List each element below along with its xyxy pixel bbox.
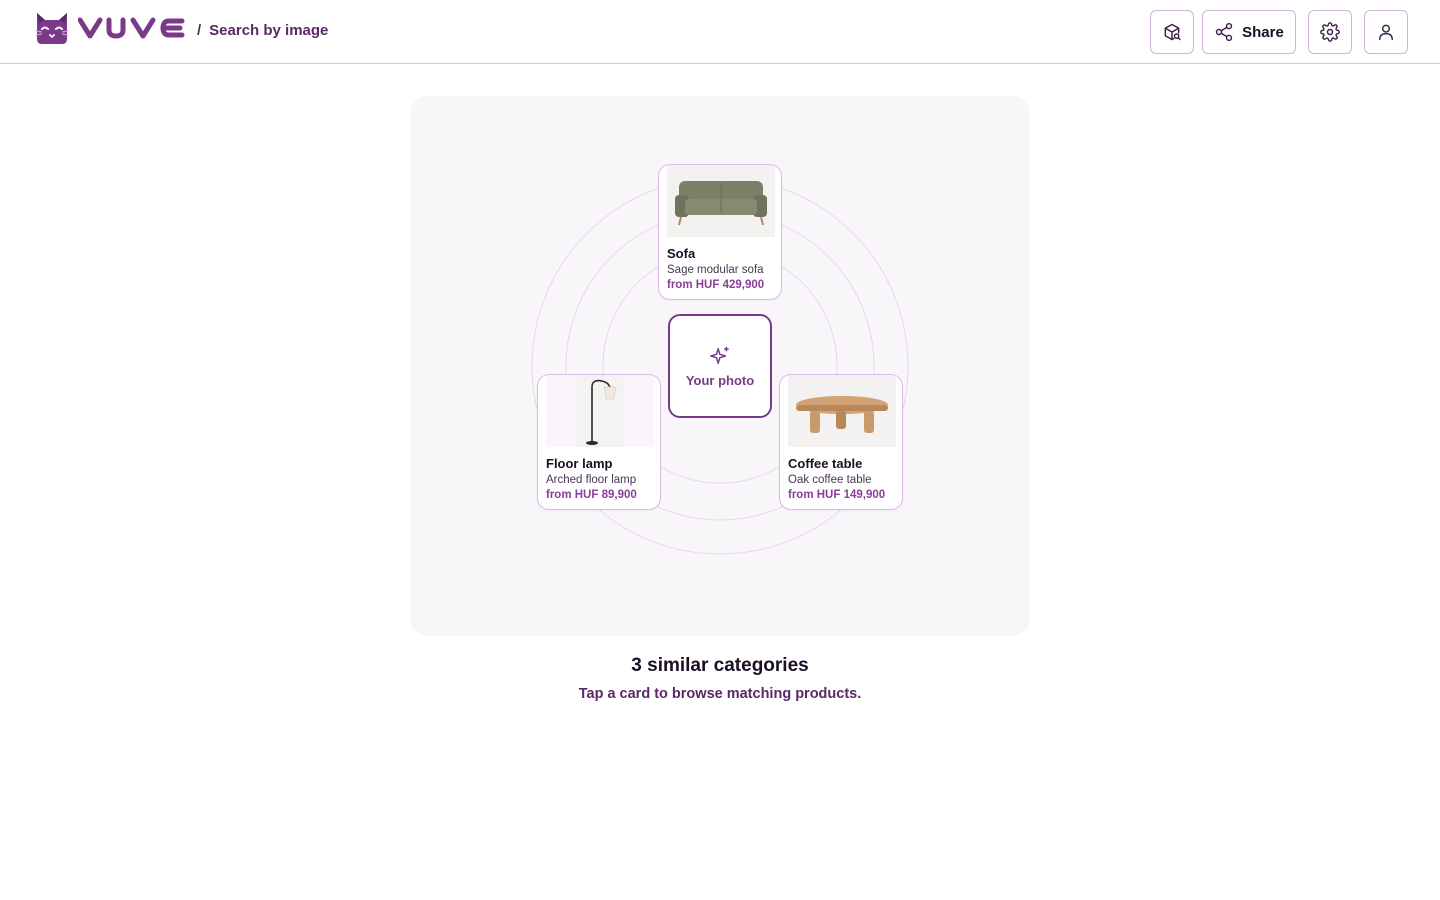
breadcrumb-separator: / (197, 22, 202, 39)
top-bar: / Search by image Share (0, 0, 1440, 64)
category-card-sofa[interactable]: Sofa Sage modular sofa from HUF 429,900 (658, 164, 782, 300)
results-summary-title: 3 similar categories (631, 655, 809, 676)
share-label: Share (1242, 23, 1284, 41)
account-button[interactable] (1364, 10, 1408, 54)
share-button[interactable]: Share (1202, 10, 1296, 54)
card-description: Sage modular sofa (667, 264, 764, 276)
card-description: Arched floor lamp (546, 474, 637, 486)
card-title: Floor lamp (546, 456, 613, 471)
your-photo-button[interactable]: Your photo (668, 314, 772, 418)
card-title: Sofa (667, 246, 696, 261)
card-title: Coffee table (788, 456, 863, 471)
user-icon (1379, 24, 1393, 41)
results-stage: Sofa Sage modular sofa from HUF 429,900 … (410, 96, 1030, 636)
vuve-wordmark (78, 17, 185, 39)
share-icon (1215, 22, 1233, 42)
results-summary-subtitle: Tap a card to browse matching products. (578, 686, 862, 702)
category-card-coffee-table[interactable]: Coffee table Oak coffee table from HUF 1… (779, 374, 903, 510)
ar-view-icon (1164, 23, 1181, 41)
breadcrumb: / Search by image (197, 22, 328, 39)
category-card-floor-lamp[interactable]: Floor lamp Arched floor lamp from HUF 89… (537, 374, 661, 510)
card-price: from HUF 149,900 (788, 489, 886, 501)
settings-button[interactable] (1308, 10, 1352, 54)
vuve-logo[interactable] (34, 11, 188, 45)
card-price: from HUF 89,900 (546, 489, 637, 501)
your-photo-label: Your photo (685, 372, 755, 388)
page-title: Search by image (209, 22, 329, 39)
gear-icon (1320, 22, 1340, 42)
floor-lamp-image (546, 375, 654, 447)
cat-logo-icon (35, 13, 69, 44)
sofa-image (667, 165, 775, 237)
card-price: from HUF 429,900 (667, 279, 765, 291)
ar-view-button[interactable] (1150, 10, 1194, 54)
card-description: Oak coffee table (788, 474, 872, 486)
coffee-table-image (788, 375, 896, 447)
sparkles-icon (710, 346, 729, 364)
